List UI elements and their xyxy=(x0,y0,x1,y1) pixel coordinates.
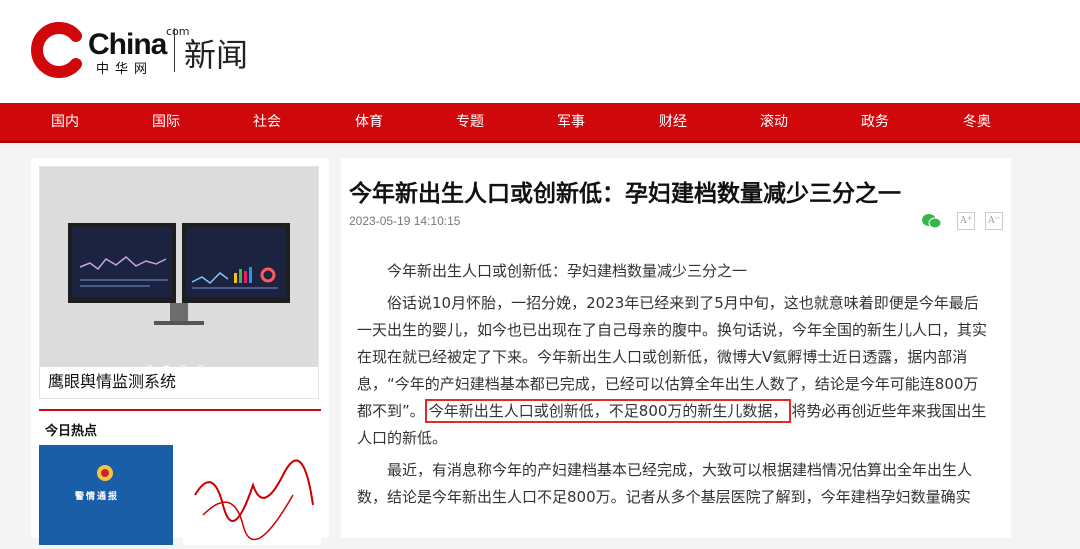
thumbnail-label: 警情通报 xyxy=(75,492,120,502)
left-sidebar: 广告 鹰眼舆情监测系统 今日热点 警情通报 xyxy=(31,158,329,545)
font-increase-button[interactable]: A⁺ xyxy=(957,212,975,230)
site-logo[interactable]: com China 中华网 新闻 xyxy=(30,22,260,78)
article-panel: 今年新出生人口或创新低：孕妇建档数量减少三分之一 2023-05-19 14:1… xyxy=(341,158,1011,538)
article-paragraph: 俗话说10月怀胎，一招分娩，2023年已经来到了5月中旬，这也就意味着即便是今年… xyxy=(357,290,993,452)
article-date: 2023-05-19 14:10:15 xyxy=(349,214,461,228)
highlighted-text: 今年新出生人口或创新低，不足800万的新生儿数据， xyxy=(424,399,792,423)
logo-divider xyxy=(174,28,175,72)
logo-chinese-text: 中华网 xyxy=(96,62,154,77)
article-tools: A⁺ A⁻ xyxy=(922,212,1003,230)
ad-caption[interactable]: 鹰眼舆情监测系统 xyxy=(39,367,319,399)
nav-item-topics[interactable]: 专题 xyxy=(456,103,484,141)
nav-item-domestic[interactable]: 国内 xyxy=(51,103,79,141)
article-paragraph: 最近，有消息称今年的产妇建档基本已经完成，大致可以根据建档情况估算出全年出生人数… xyxy=(357,461,973,506)
nav-item-society[interactable]: 社会 xyxy=(253,103,281,141)
nav-item-military[interactable]: 军事 xyxy=(557,103,585,141)
article-body: 今年新出生人口或创新低：孕妇建档数量减少三分之一 俗话说10月怀胎，一招分娩，2… xyxy=(357,258,993,516)
hot-news-title: 今日热点 xyxy=(45,424,98,439)
article-title: 今年新出生人口或创新低：孕妇建档数量减少三分之一 xyxy=(349,181,901,207)
china-logo-c-icon xyxy=(31,22,82,78)
site-header: com China 中华网 新闻 xyxy=(0,0,1080,103)
police-badge-icon xyxy=(97,465,113,481)
nav-item-government[interactable]: 政务 xyxy=(861,103,889,141)
nav-item-finance[interactable]: 财经 xyxy=(659,103,687,141)
wechat-share-icon[interactable] xyxy=(921,212,943,230)
section-divider xyxy=(39,409,321,411)
calligraphy-image xyxy=(194,459,314,541)
hot-news-thumbnail[interactable]: 警情通报 xyxy=(39,445,173,545)
nav-item-rolling[interactable]: 滚动 xyxy=(760,103,788,141)
nav-item-winter-olympics[interactable]: 冬奥 xyxy=(963,103,991,141)
monitors-illustration xyxy=(68,223,290,325)
nav-item-sports[interactable]: 体育 xyxy=(355,103,383,141)
ad-banner[interactable]: 广告 xyxy=(39,166,319,398)
font-decrease-button[interactable]: A⁻ xyxy=(985,212,1003,230)
hot-news-thumbnail-2[interactable] xyxy=(183,445,321,545)
article-paragraph: 今年新出生人口或创新低：孕妇建档数量减少三分之一 xyxy=(387,262,748,280)
logo-china-text: China xyxy=(88,28,167,61)
section-name: 新闻 xyxy=(184,36,249,74)
main-nav: 国内 国际 社会 体育 专题 军事 财经 滚动 政务 冬奥 xyxy=(0,103,1080,143)
nav-item-international[interactable]: 国际 xyxy=(152,103,180,141)
